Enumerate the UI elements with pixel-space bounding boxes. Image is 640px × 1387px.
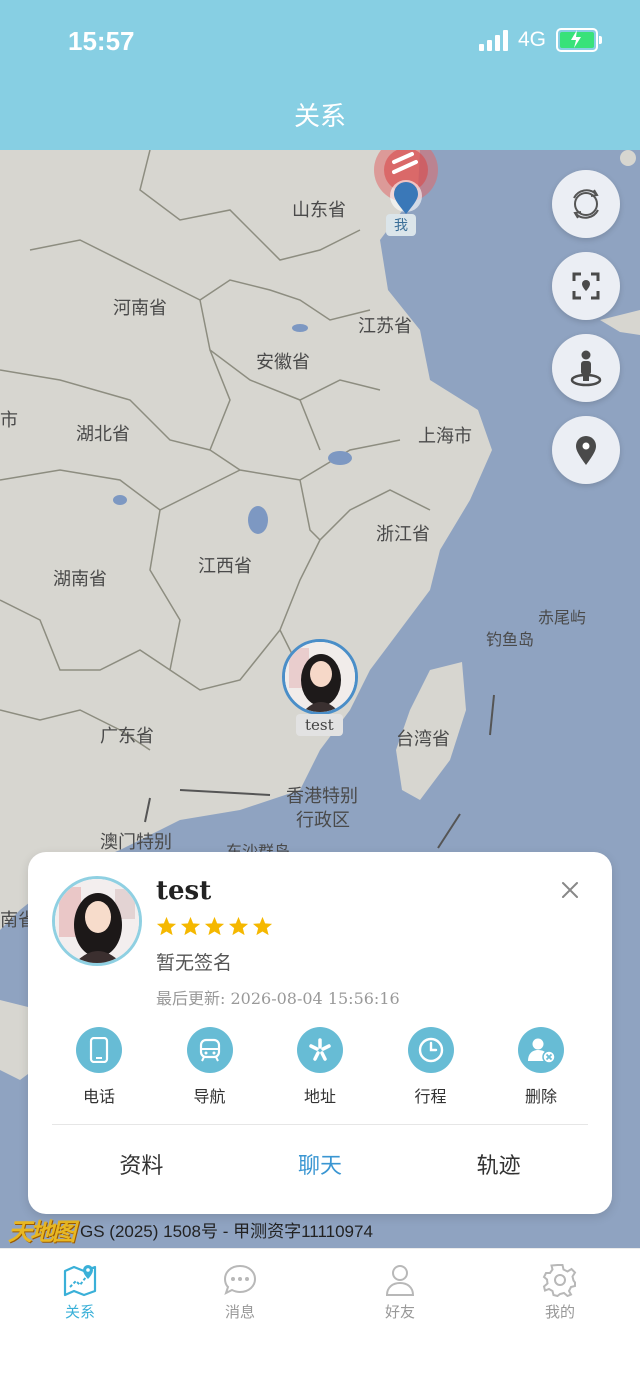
signal-icon xyxy=(478,29,508,51)
address-icon xyxy=(309,1038,331,1061)
status-time: 15:57 xyxy=(68,26,135,56)
navigation-icon xyxy=(199,1038,220,1062)
delete-user-icon xyxy=(528,1038,556,1064)
map-label-taiwan: 台湾省 xyxy=(396,729,450,750)
card-links: 资料 聊天 轨迹 xyxy=(52,1148,588,1180)
close-icon[interactable] xyxy=(558,878,582,902)
delete-label: 删除 xyxy=(524,1087,557,1106)
avatar-photo xyxy=(285,642,355,712)
phone-icon xyxy=(89,1037,109,1063)
map-label-jiangsu: 江苏省 xyxy=(358,316,412,337)
map-label-chiwei: 赤尾屿 xyxy=(538,608,587,627)
locate-button[interactable] xyxy=(552,416,620,484)
chat-bubble-icon xyxy=(223,1264,257,1295)
rating-stars xyxy=(156,916,273,936)
map-label-edge-shi: 市 xyxy=(0,410,18,431)
tab-friends-label: 好友 xyxy=(384,1303,415,1321)
map-label-shanghai: 上海市 xyxy=(418,426,472,447)
star-icon xyxy=(252,916,273,936)
star-icon xyxy=(228,916,249,936)
map-label-hubei: 湖北省 xyxy=(76,424,130,445)
tab-friends[interactable]: 好友 xyxy=(350,1263,450,1322)
star-icon xyxy=(204,916,225,936)
map-label-henan: 河南省 xyxy=(113,298,167,319)
star-icon xyxy=(180,916,201,936)
last-updated: 最后更新: 2026-08-04 15:56:16 xyxy=(156,989,400,1008)
tab-me-label: 我的 xyxy=(544,1303,575,1321)
tab-messages-label: 消息 xyxy=(224,1303,255,1321)
map-label-hongkong-2: 行政区 xyxy=(296,810,350,831)
fit-bounds-icon xyxy=(572,272,600,300)
map-label-anhui: 安徽省 xyxy=(256,352,310,373)
friend-marker-label: test xyxy=(296,714,343,736)
tab-relationship[interactable]: 关系 xyxy=(30,1263,130,1322)
person-icon xyxy=(385,1265,415,1296)
track-link[interactable]: 轨迹 xyxy=(424,1148,574,1180)
map-label-macau: 澳门特别 xyxy=(100,832,172,853)
friend-avatar-marker[interactable] xyxy=(282,639,358,715)
navigate-label: 导航 xyxy=(193,1087,226,1106)
chat-link[interactable]: 聊天 xyxy=(245,1148,395,1180)
map-label-shandong: 山东省 xyxy=(292,200,346,221)
attribution-text: GS (2025) 1508号 - 甲测资字11110974 xyxy=(80,1222,373,1241)
status-icons: 4G xyxy=(478,28,602,52)
delete-button[interactable]: 删除 xyxy=(486,1027,596,1107)
gear-icon xyxy=(542,1264,577,1297)
tianditu-logo: 天地图 xyxy=(8,1217,76,1246)
fit-view-button[interactable] xyxy=(552,252,620,320)
refresh-icon xyxy=(573,189,599,219)
map-label-jiangxi: 江西省 xyxy=(198,556,252,577)
street-view-button[interactable] xyxy=(552,334,620,402)
tab-relationship-label: 关系 xyxy=(64,1303,95,1321)
address-button[interactable]: 地址 xyxy=(265,1027,375,1107)
tab-messages[interactable]: 消息 xyxy=(190,1263,290,1322)
top-bar: 15:57 4G 关系 xyxy=(0,0,640,150)
friend-signature: 暂无签名 xyxy=(156,952,233,974)
map-label-hunan: 湖南省 xyxy=(53,569,107,590)
tab-me[interactable]: 我的 xyxy=(510,1263,610,1322)
trip-label: 行程 xyxy=(414,1087,447,1106)
location-pin-icon xyxy=(576,436,596,465)
map-label-hongkong-1: 香港特别 xyxy=(286,786,358,807)
my-location-label: 我 xyxy=(386,214,416,236)
call-button[interactable]: 电话 xyxy=(44,1027,154,1107)
page-title: 关系 xyxy=(293,102,346,132)
map-attribution: 天地图 GS (2025) 1508号 - 甲测资字11110974 xyxy=(8,1212,373,1247)
network-type: 4G xyxy=(517,28,546,51)
call-label: 电话 xyxy=(82,1087,115,1106)
map-label-diaoyu: 钓鱼岛 xyxy=(486,630,535,649)
star-icon xyxy=(156,916,177,936)
clock-icon xyxy=(418,1037,443,1063)
refresh-button[interactable] xyxy=(552,170,620,238)
profile-link[interactable]: 资料 xyxy=(66,1148,216,1180)
person-pin-icon xyxy=(570,350,602,387)
avatar-photo xyxy=(55,879,139,963)
navigate-button[interactable]: 导航 xyxy=(155,1027,265,1107)
trip-button[interactable]: 行程 xyxy=(376,1027,486,1107)
map-label-zhejiang: 浙江省 xyxy=(376,524,430,545)
friend-info-card: test 暂无签名 最后更新: 2026-08-04 15:56:16 电话 导… xyxy=(28,852,612,1214)
tab-bar: 关系 消息 好友 我的 xyxy=(0,1248,640,1387)
action-row: 电话 导航 地址 行程 删除 xyxy=(44,1027,596,1107)
map-label-guangdong: 广东省 xyxy=(100,726,154,747)
card-divider xyxy=(52,1124,588,1125)
battery-icon xyxy=(556,28,602,52)
address-label: 地址 xyxy=(303,1087,336,1106)
friend-name: test xyxy=(156,876,212,906)
avatar[interactable] xyxy=(52,876,142,966)
map-icon xyxy=(63,1265,97,1297)
